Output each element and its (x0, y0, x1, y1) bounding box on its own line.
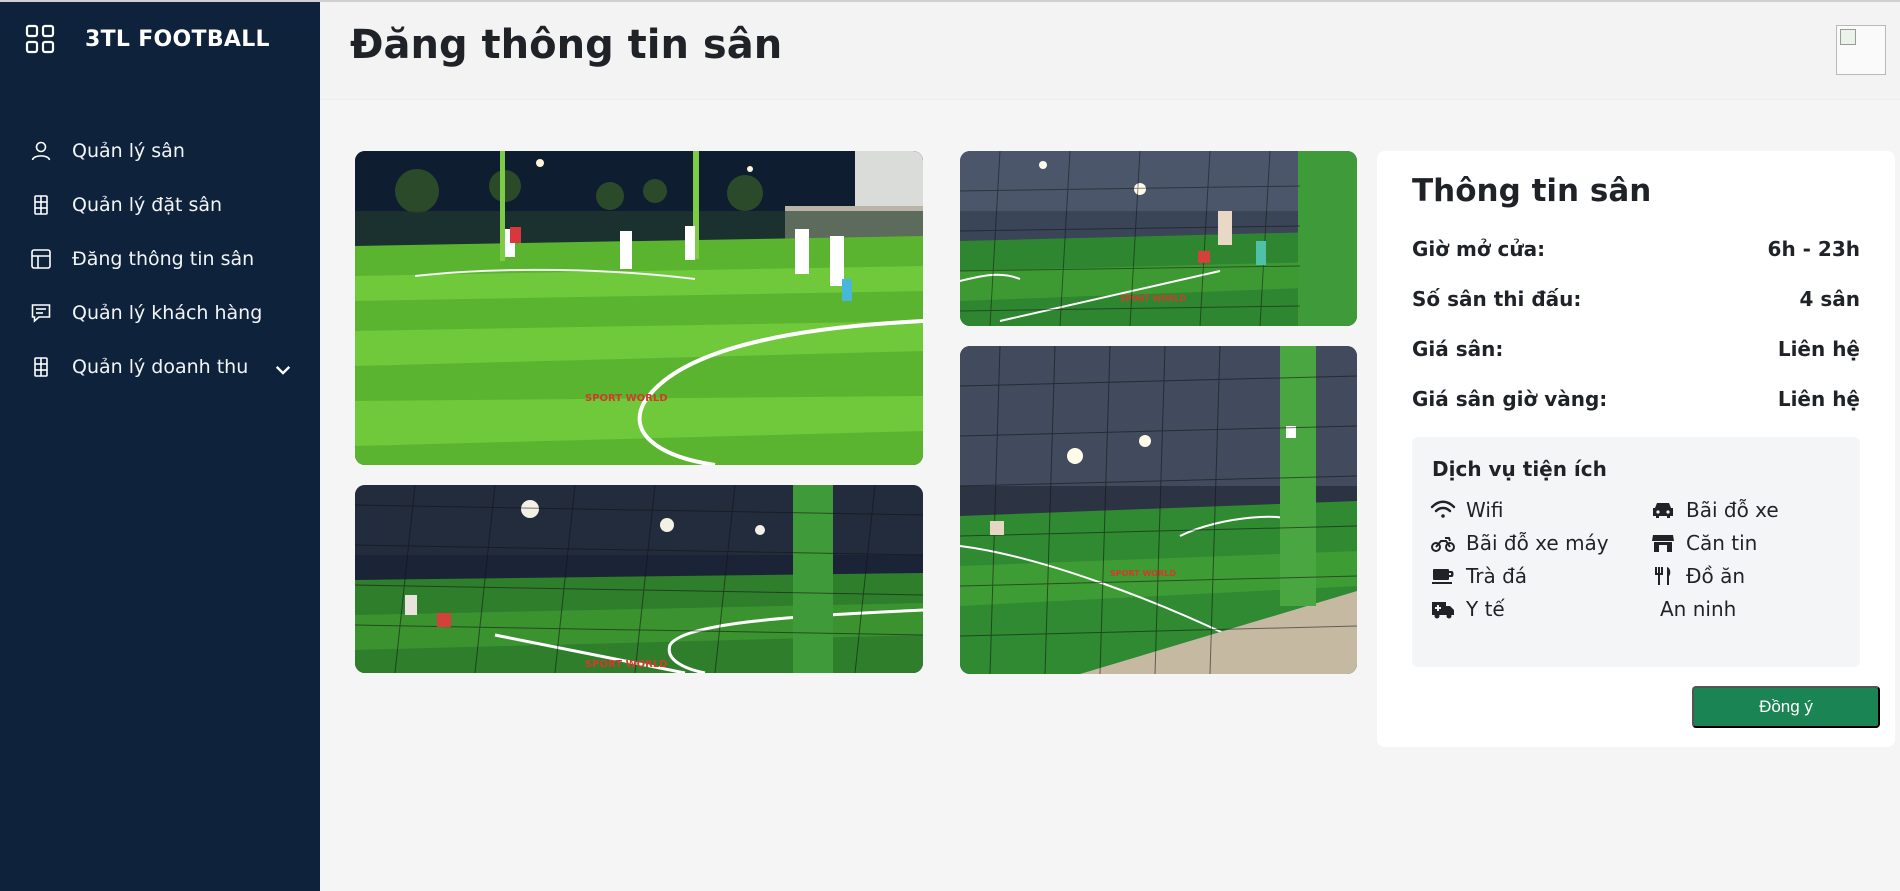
card-title: Thông tin sân (1412, 173, 1652, 209)
service-canteen: Căn tin (1650, 528, 1757, 558)
sidebar-item-quan-ly-dat-san[interactable]: Quản lý đặt sân (0, 178, 320, 232)
brand-name: 3TL FOOTBALL (85, 26, 270, 52)
info-label: Giờ mở cửa: (1412, 237, 1546, 261)
service-car-parking: Bãi đỗ xe (1650, 495, 1779, 525)
service-food: Đồ ăn (1650, 561, 1745, 591)
svg-text:SPORT WORLD: SPORT WORLD (1120, 294, 1186, 303)
store-icon (1652, 535, 1674, 552)
services-panel: Dịch vụ tiện ích Wifi Bãi đỗ xe Bãi đỗ x… (1412, 437, 1860, 667)
service-motorbike-parking: Bãi đỗ xe máy (1430, 528, 1609, 558)
service-security: An ninh (1650, 594, 1736, 624)
info-label: Giá sân: (1412, 337, 1504, 361)
building-icon (34, 357, 48, 377)
mug-icon (1432, 569, 1454, 584)
motorcycle-icon (1431, 537, 1455, 552)
field-info-card: Thông tin sân Giờ mở cửa: 6h - 23h Số sâ… (1377, 151, 1895, 747)
field-photo-2: SPORT WORLD (355, 485, 923, 673)
sidebar-item-quan-ly-doanh-thu[interactable]: Quản lý doanh thu (0, 340, 320, 394)
info-row-peak-price: Giá sân giờ vàng: Liên hệ (1412, 387, 1860, 417)
chevron-down-icon[interactable] (272, 359, 294, 381)
service-label: Wifi (1466, 498, 1504, 522)
sidebar-nav: Quản lý sân Quản lý đặt sân Đăng thông t… (0, 124, 320, 394)
svg-text:SPORT WORLD: SPORT WORLD (585, 393, 668, 404)
sidebar-item-label: Quản lý khách hàng (72, 302, 263, 324)
avatar[interactable] (1836, 25, 1886, 75)
grid-icon (25, 24, 55, 54)
service-label: Y tế (1466, 597, 1505, 621)
info-label: Giá sân giờ vàng: (1412, 387, 1608, 411)
agree-button[interactable]: Đồng ý (1692, 686, 1880, 728)
sidebar-item-label: Quản lý đặt sân (72, 194, 223, 216)
sidebar-item-label: Quản lý sân (72, 140, 185, 162)
field-photo-3: SPORT WORLD (960, 151, 1357, 326)
services-title: Dịch vụ tiện ích (1432, 457, 1607, 481)
sidebar: 3TL FOOTBALL Quản lý sân Quản lý đặt sân (0, 2, 320, 891)
brand[interactable]: 3TL FOOTBALL (25, 24, 270, 54)
utensils-icon (1655, 567, 1671, 585)
field-photo-4: SPORT WORLD (960, 346, 1357, 674)
wifi-icon (1430, 500, 1456, 518)
sidebar-item-quan-ly-khach-hang[interactable]: Quản lý khách hàng (0, 286, 320, 340)
service-label: Căn tin (1686, 531, 1758, 555)
info-row-price: Giá sân: Liên hệ (1412, 337, 1860, 367)
sidebar-item-label: Quản lý doanh thu (72, 356, 249, 378)
page-title: Đăng thông tin sân (350, 22, 783, 68)
info-row-opening-hours: Giờ mở cửa: 6h - 23h (1412, 237, 1860, 267)
building-icon (34, 195, 48, 215)
service-label: Bãi đỗ xe (1686, 498, 1779, 522)
car-icon (1653, 503, 1673, 518)
broken-image-icon (1840, 29, 1856, 45)
info-value: Liên hệ (1777, 337, 1860, 361)
info-label: Số sân thi đấu: (1412, 287, 1582, 311)
service-label: Đồ ăn (1686, 564, 1746, 588)
service-medical: Y tế (1430, 594, 1505, 624)
header: Đăng thông tin sân (320, 2, 1900, 100)
info-value: 6h - 23h (1767, 237, 1860, 261)
service-wifi: Wifi (1430, 495, 1504, 525)
info-value: Liên hệ (1777, 387, 1860, 411)
svg-text:SPORT WORLD: SPORT WORLD (1110, 569, 1176, 578)
info-value: 4 sân (1799, 287, 1860, 311)
sidebar-item-quan-ly-san[interactable]: Quản lý sân (0, 124, 320, 178)
field-photo-1: SPORT WORLD (355, 151, 923, 465)
service-label: Trà đá (1466, 564, 1528, 588)
ambulance-icon (1432, 602, 1454, 619)
sidebar-item-dang-thong-tin-san[interactable]: Đăng thông tin sân (0, 232, 320, 286)
svg-text:SPORT WORLD: SPORT WORLD (585, 659, 668, 670)
sidebar-item-label: Đăng thông tin sân (72, 248, 255, 270)
service-label: An ninh (1660, 597, 1737, 621)
info-row-field-count: Số sân thi đấu: 4 sân (1412, 287, 1860, 317)
service-iced-tea: Trà đá (1430, 561, 1527, 591)
message-icon (31, 304, 51, 323)
user-icon (31, 141, 51, 161)
service-label: Bãi đỗ xe máy (1466, 531, 1609, 555)
layout-icon (31, 249, 51, 269)
